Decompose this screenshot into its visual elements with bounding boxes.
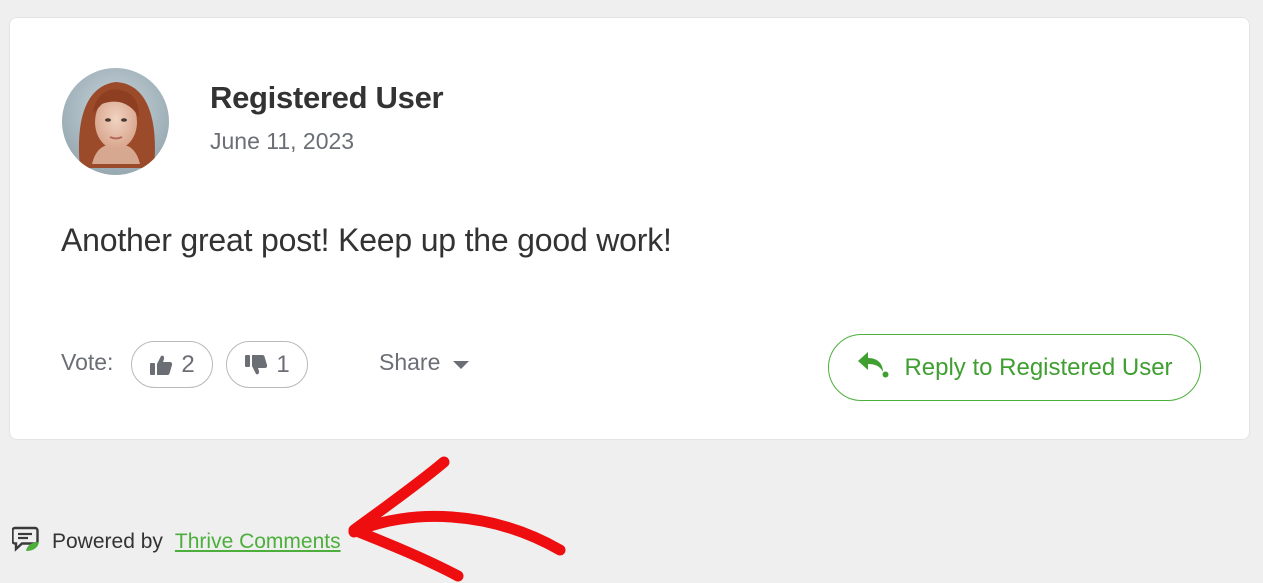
- downvote-button[interactable]: 1: [226, 341, 308, 388]
- comment-author-name: Registered User: [210, 80, 444, 115]
- powered-by-footer: Powered by Thrive Comments: [11, 526, 341, 558]
- share-dropdown[interactable]: Share: [379, 349, 470, 376]
- comment-body: Another great post! Keep up the good wor…: [61, 222, 672, 258]
- comment-date: June 11, 2023: [210, 128, 355, 154]
- vote-label: Vote:: [61, 349, 114, 375]
- reply-arrow-icon: [856, 350, 890, 385]
- annotation-arrow-icon: [348, 456, 566, 582]
- comment-card: Registered User June 11, 2023 Another gr…: [9, 17, 1250, 440]
- thumbs-down-icon: [244, 354, 268, 376]
- upvote-button[interactable]: 2: [131, 341, 213, 388]
- reply-label: Reply to Registered User: [904, 353, 1173, 381]
- thumbs-up-icon: [149, 354, 173, 376]
- page: Registered User June 11, 2023 Another gr…: [0, 0, 1263, 583]
- upvote-count: 2: [181, 350, 195, 378]
- user-avatar[interactable]: [62, 68, 169, 175]
- downvote-count: 1: [276, 350, 290, 378]
- caret-down-icon: [452, 349, 470, 376]
- avatar-photo: [62, 68, 169, 175]
- reply-button[interactable]: Reply to Registered User: [828, 334, 1201, 401]
- powered-by-text: Powered by: [52, 530, 163, 553]
- thrive-comments-link[interactable]: Thrive Comments: [175, 530, 341, 554]
- thrive-comments-logo-icon: [11, 526, 40, 558]
- share-label: Share: [379, 349, 441, 375]
